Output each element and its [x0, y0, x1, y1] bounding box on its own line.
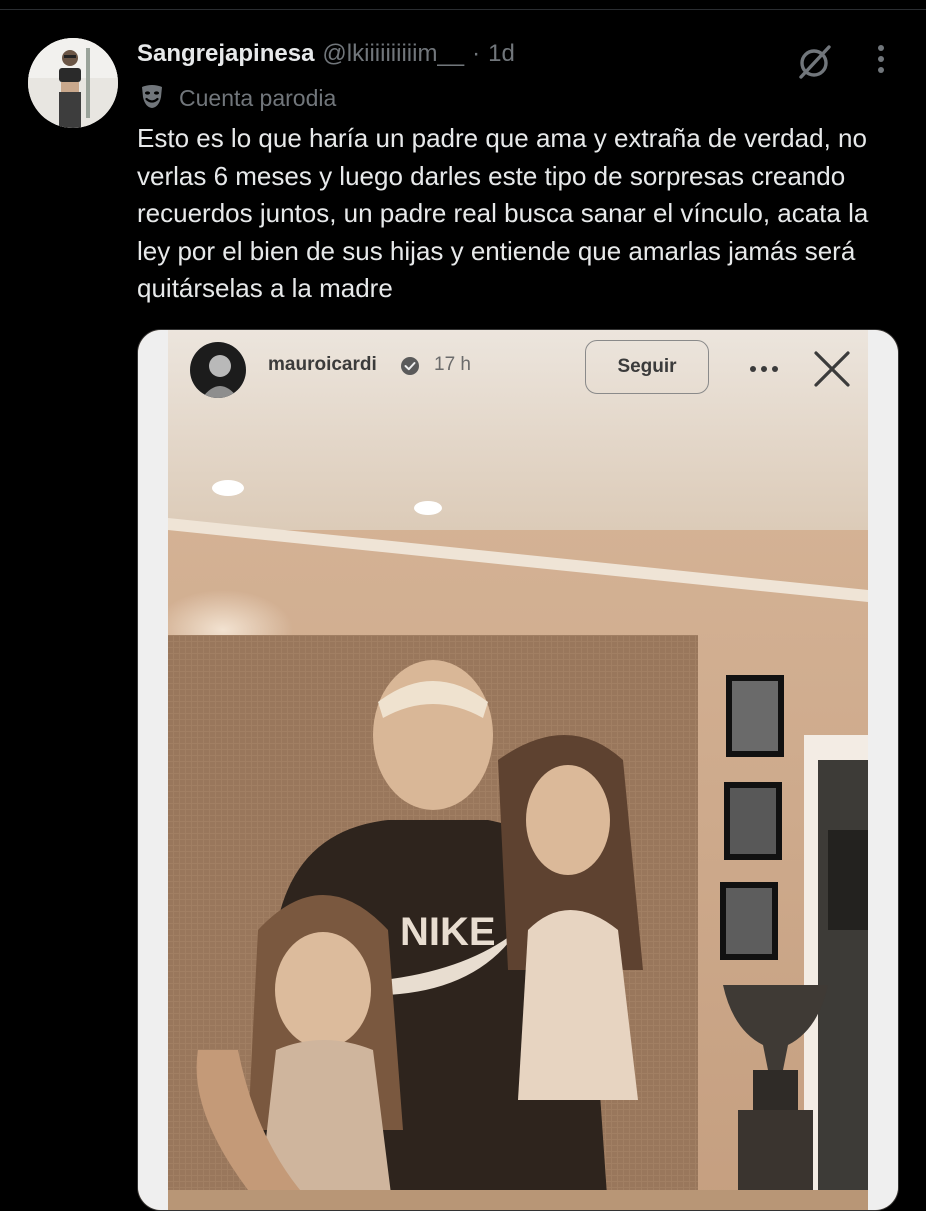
story-username[interactable]: mauroicardi [268, 354, 377, 376]
separator-dot: · [472, 40, 481, 67]
more-horizontal-icon[interactable] [744, 354, 784, 384]
tweet-header: Sangrejapinesa @lkiiiiiiiiiim__ · 1d [137, 40, 515, 74]
story-header: mauroicardi 17 h Seguir [168, 330, 868, 410]
parody-label: Cuenta parodia [179, 84, 337, 111]
display-name[interactable]: Sangrejapinesa [137, 40, 314, 68]
follow-button[interactable]: Seguir [585, 340, 709, 394]
grok-icon[interactable] [795, 42, 835, 82]
close-icon[interactable] [811, 348, 853, 390]
more-vertical-icon[interactable] [866, 42, 896, 76]
media-letterbox-left [138, 330, 168, 1210]
user-handle[interactable]: @lkiiiiiiiiiim__ [322, 40, 464, 68]
story-time: 17 h [434, 354, 471, 375]
story-screenshot: NIKE [168, 330, 868, 1210]
verified-badge-icon [400, 356, 420, 376]
parody-badge: Cuenta parodia [137, 82, 336, 114]
top-divider [0, 0, 926, 10]
theater-mask-icon [137, 81, 167, 116]
tweet-text: Esto es lo que haría un padre que ama y … [137, 123, 869, 303]
tweet-media[interactable]: NIKE mauroicardi 17 h Seguir [137, 329, 899, 1211]
timestamp[interactable]: 1d [488, 40, 515, 68]
shirt-logo-text: NIKE [400, 910, 496, 954]
story-avatar[interactable] [190, 342, 246, 398]
avatar[interactable] [28, 38, 118, 128]
media-letterbox-right [868, 330, 898, 1210]
